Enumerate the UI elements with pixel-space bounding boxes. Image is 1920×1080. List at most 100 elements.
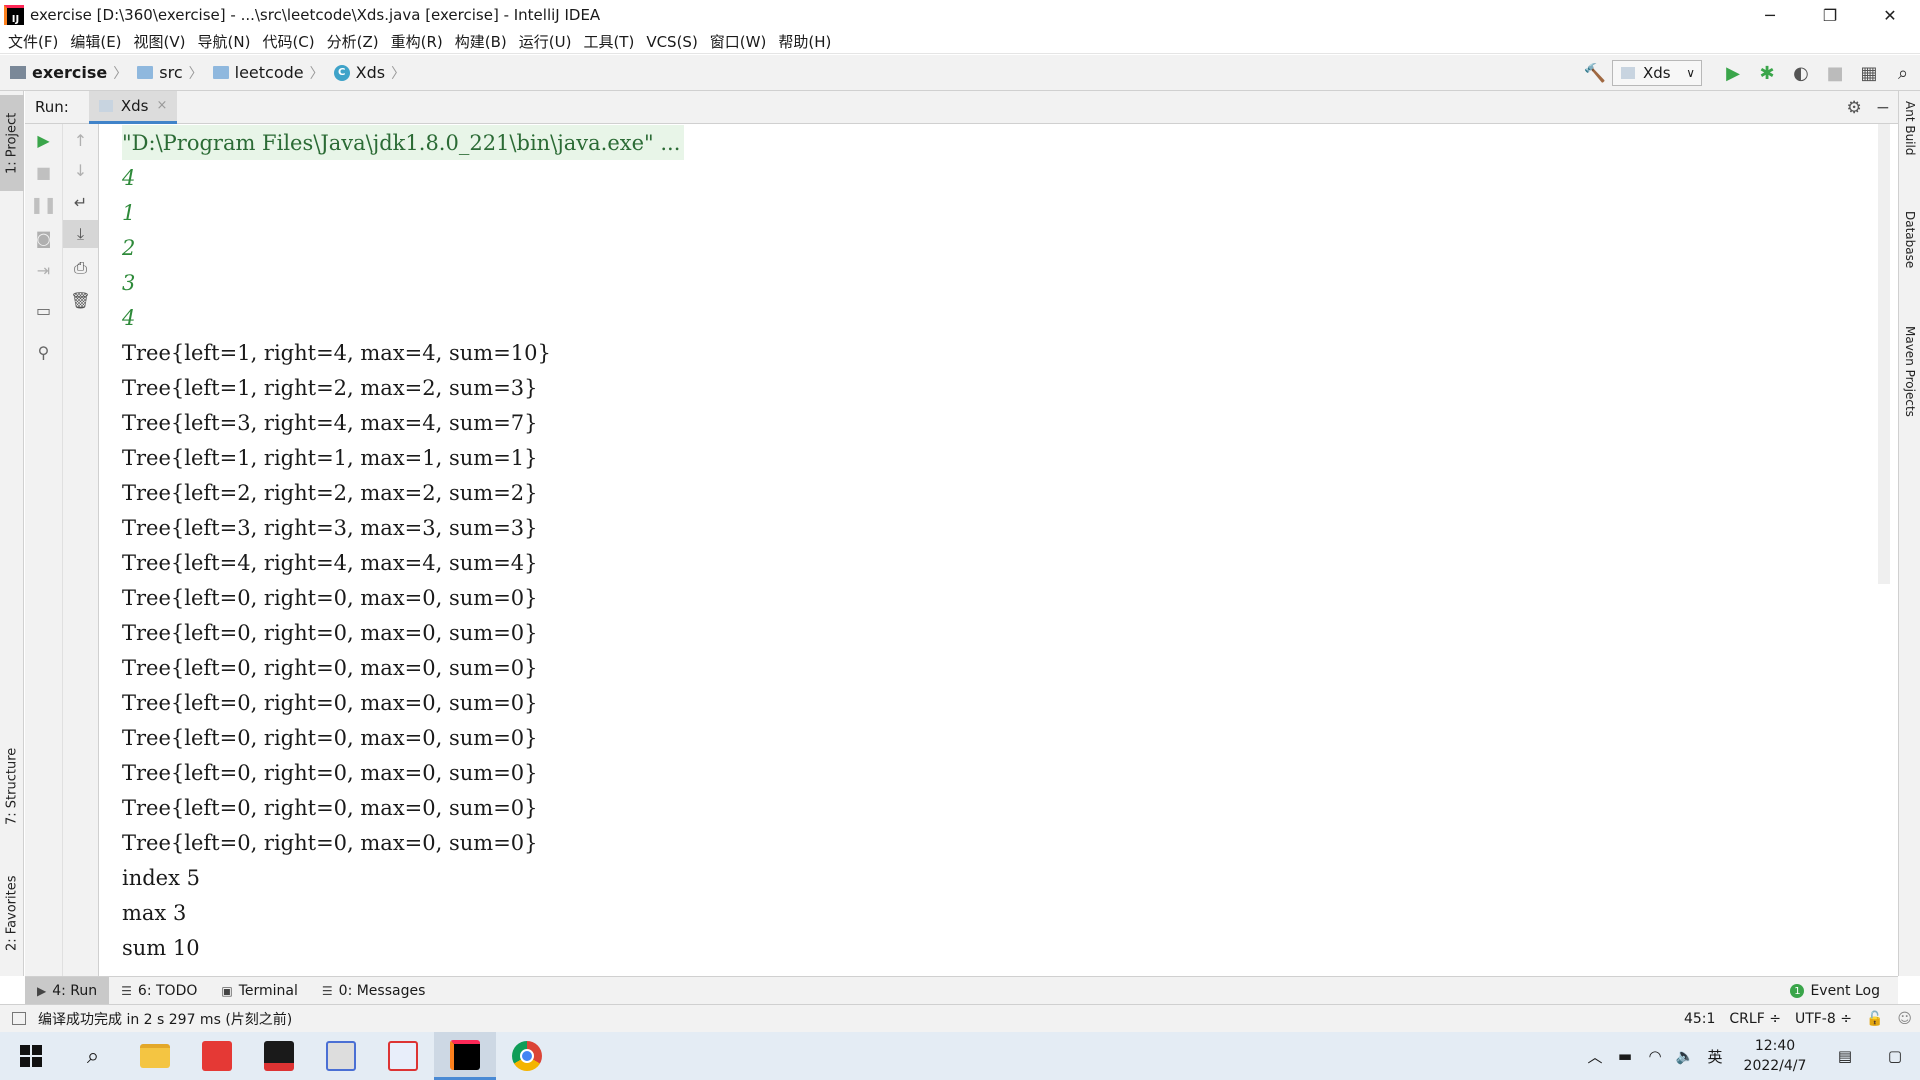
console-input-line: 4 <box>122 305 136 330</box>
clock-time: 12:40 <box>1754 1038 1796 1054</box>
tab-maven-projects[interactable]: Maven Projects <box>1899 326 1920 456</box>
trash-icon[interactable]: 🗑 <box>63 286 98 314</box>
tray-chevron-up-icon[interactable]: ︿ <box>1580 1032 1610 1080</box>
system-clock[interactable]: 12:40 2022/4/7 <box>1730 1036 1820 1076</box>
hide-panel-icon[interactable]: − <box>1876 98 1890 118</box>
breadcrumb-package[interactable]: leetcode 〉 <box>212 63 324 83</box>
scroll-to-end-icon[interactable]: ⤓ <box>63 220 98 248</box>
console-output[interactable]: "D:\Program Files\Java\jdk1.8.0_221\bin\… <box>100 124 1877 976</box>
debug-button[interactable]: ✱ <box>1750 58 1784 88</box>
menu-build[interactable]: 构建(B) <box>449 31 513 52</box>
ime-indicator[interactable]: 英 <box>1700 1032 1730 1080</box>
camera-icon[interactable]: ◙ <box>25 224 62 252</box>
run-configuration-select[interactable]: Xds ∨ <box>1612 60 1702 86</box>
search-icon[interactable]: ⌕ <box>1886 58 1920 88</box>
menu-file[interactable]: 文件(F) <box>2 31 64 52</box>
tab-todo[interactable]: ☰ 6: TODO <box>109 977 209 1005</box>
battery-icon[interactable]: ▬ <box>1610 1032 1640 1080</box>
title-bar: IJ exercise [D:\360\exercise] - ...\src\… <box>0 0 1920 30</box>
menu-edit[interactable]: 编辑(E) <box>64 31 127 52</box>
app-red-icon[interactable] <box>186 1032 248 1080</box>
pause-button[interactable]: ❚❚ <box>25 190 62 218</box>
stop-run-button[interactable]: ■ <box>25 158 62 186</box>
rerun-button[interactable]: ▶ <box>25 126 62 154</box>
breadcrumb-src[interactable]: src 〉 <box>137 63 203 83</box>
run-button[interactable]: ▶ <box>1716 58 1750 88</box>
menu-analyze[interactable]: 分析(Z) <box>321 31 385 52</box>
run-panel-label: Run: <box>35 98 69 116</box>
breadcrumb-separator: 〉 <box>309 65 324 82</box>
tab-project[interactable]: 1: Project <box>0 95 24 191</box>
menu-refactor[interactable]: 重构(R) <box>385 31 449 52</box>
lock-icon[interactable]: 🔓 <box>1866 1011 1883 1027</box>
menu-code[interactable]: 代码(C) <box>256 31 320 52</box>
menu-help[interactable]: 帮助(H) <box>772 31 837 52</box>
menu-view[interactable]: 视图(V) <box>128 31 192 52</box>
tab-database[interactable]: Database <box>1899 211 1920 301</box>
console-output-line: Tree{left=1, right=1, max=1, sum=1} <box>122 445 538 470</box>
menu-vcs[interactable]: VCS(S) <box>640 33 703 51</box>
window-title: exercise [D:\360\exercise] - ...\src\lee… <box>30 6 601 24</box>
file-encoding[interactable]: UTF-8 ÷ <box>1795 1011 1852 1027</box>
close-button[interactable]: ✕ <box>1860 0 1920 30</box>
status-toggle-icon[interactable] <box>12 1012 26 1025</box>
gear-icon[interactable]: ⚙ <box>1847 98 1862 118</box>
tab-database-label: Database <box>1903 211 1917 269</box>
app-paint-icon[interactable] <box>310 1032 372 1080</box>
tab-structure-label: 7: Structure <box>4 747 20 825</box>
play-icon: ▶ <box>37 983 47 998</box>
build-hammer-icon[interactable]: 🔨 <box>1578 58 1612 88</box>
arrow-down-icon[interactable]: ↓ <box>63 156 98 184</box>
breadcrumb-project[interactable]: exercise 〉 <box>10 63 127 83</box>
tab-run[interactable]: ▶ 4: Run <box>25 976 110 1005</box>
pin-icon[interactable]: ⚲ <box>25 338 62 366</box>
menu-navigate[interactable]: 导航(N) <box>192 31 257 52</box>
coverage-button[interactable]: ◐ <box>1784 58 1818 88</box>
menu-tools[interactable]: 工具(T) <box>577 31 640 52</box>
project-structure-icon[interactable]: ▦ <box>1852 58 1886 88</box>
event-log-button[interactable]: 1 Event Log <box>1790 977 1880 1005</box>
window-controls: ─ ❐ ✕ <box>1740 0 1920 30</box>
exit-icon[interactable]: ⇥ <box>25 256 62 284</box>
notification-center-icon[interactable]: ▢ <box>1870 1032 1920 1080</box>
start-button[interactable] <box>0 1032 62 1080</box>
wifi-icon[interactable]: ◠ <box>1640 1032 1670 1080</box>
taskbar-search-icon[interactable]: ⌕ <box>62 1032 124 1080</box>
windows-taskbar: ⌕ ︿ ▬ ◠ 🔈 英 12:40 2022/4/7 ▤ ▢ <box>0 1032 1920 1080</box>
print-icon[interactable]: ⎙ <box>63 254 98 282</box>
caret-position[interactable]: 45:1 <box>1684 1011 1715 1027</box>
tab-favorites[interactable]: 2: Favorites <box>0 863 24 963</box>
app-office-icon[interactable] <box>372 1032 434 1080</box>
layout-icon[interactable]: ▭ <box>25 296 62 324</box>
arrow-up-icon[interactable]: ↑ <box>63 126 98 154</box>
file-explorer-icon[interactable] <box>124 1032 186 1080</box>
notes-icon[interactable]: ▤ <box>1820 1032 1870 1080</box>
package-icon <box>212 66 229 79</box>
tab-messages[interactable]: ☰ 0: Messages <box>310 977 438 1005</box>
maximize-button[interactable]: ❐ <box>1800 0 1860 30</box>
close-tab-icon[interactable]: × <box>156 98 167 113</box>
status-widgets: 45:1 CRLF ÷ UTF-8 ÷ 🔓 ☺ <box>1684 1005 1912 1033</box>
menu-window[interactable]: 窗口(W) <box>704 31 773 52</box>
line-separator[interactable]: CRLF ÷ <box>1729 1011 1781 1027</box>
volume-icon[interactable]: 🔈 <box>1670 1032 1700 1080</box>
menu-run[interactable]: 运行(U) <box>513 31 578 52</box>
console-scrollbar[interactable] <box>1878 124 1890 584</box>
breadcrumb-class[interactable]: C Xds 〉 <box>333 63 405 83</box>
console-output-line: Tree{left=0, right=0, max=0, sum=0} <box>122 585 538 610</box>
breadcrumb-project-label: exercise <box>32 63 108 82</box>
run-toolbar-secondary: ↑ ↓ ↵ ⤓ ⎙ 🗑 <box>63 124 99 976</box>
tab-ant-build[interactable]: Ant Build <box>1899 101 1920 181</box>
stop-button[interactable]: ■ <box>1818 58 1852 88</box>
app-intellij-icon[interactable] <box>434 1032 496 1080</box>
tab-structure[interactable]: 7: Structure <box>0 736 24 836</box>
tab-terminal[interactable]: ▣ Terminal <box>209 977 310 1005</box>
soft-wrap-icon[interactable]: ↵ <box>63 188 98 216</box>
run-tab-xds[interactable]: Xds × <box>88 90 178 124</box>
console-command-line: "D:\Program Files\Java\jdk1.8.0_221\bin\… <box>122 125 685 160</box>
minimize-button[interactable]: ─ <box>1740 0 1800 30</box>
app-chrome-icon[interactable] <box>496 1032 558 1080</box>
breadcrumb-separator: 〉 <box>188 65 203 82</box>
inspector-icon[interactable]: ☺ <box>1897 1011 1912 1027</box>
app-media-icon[interactable] <box>248 1032 310 1080</box>
